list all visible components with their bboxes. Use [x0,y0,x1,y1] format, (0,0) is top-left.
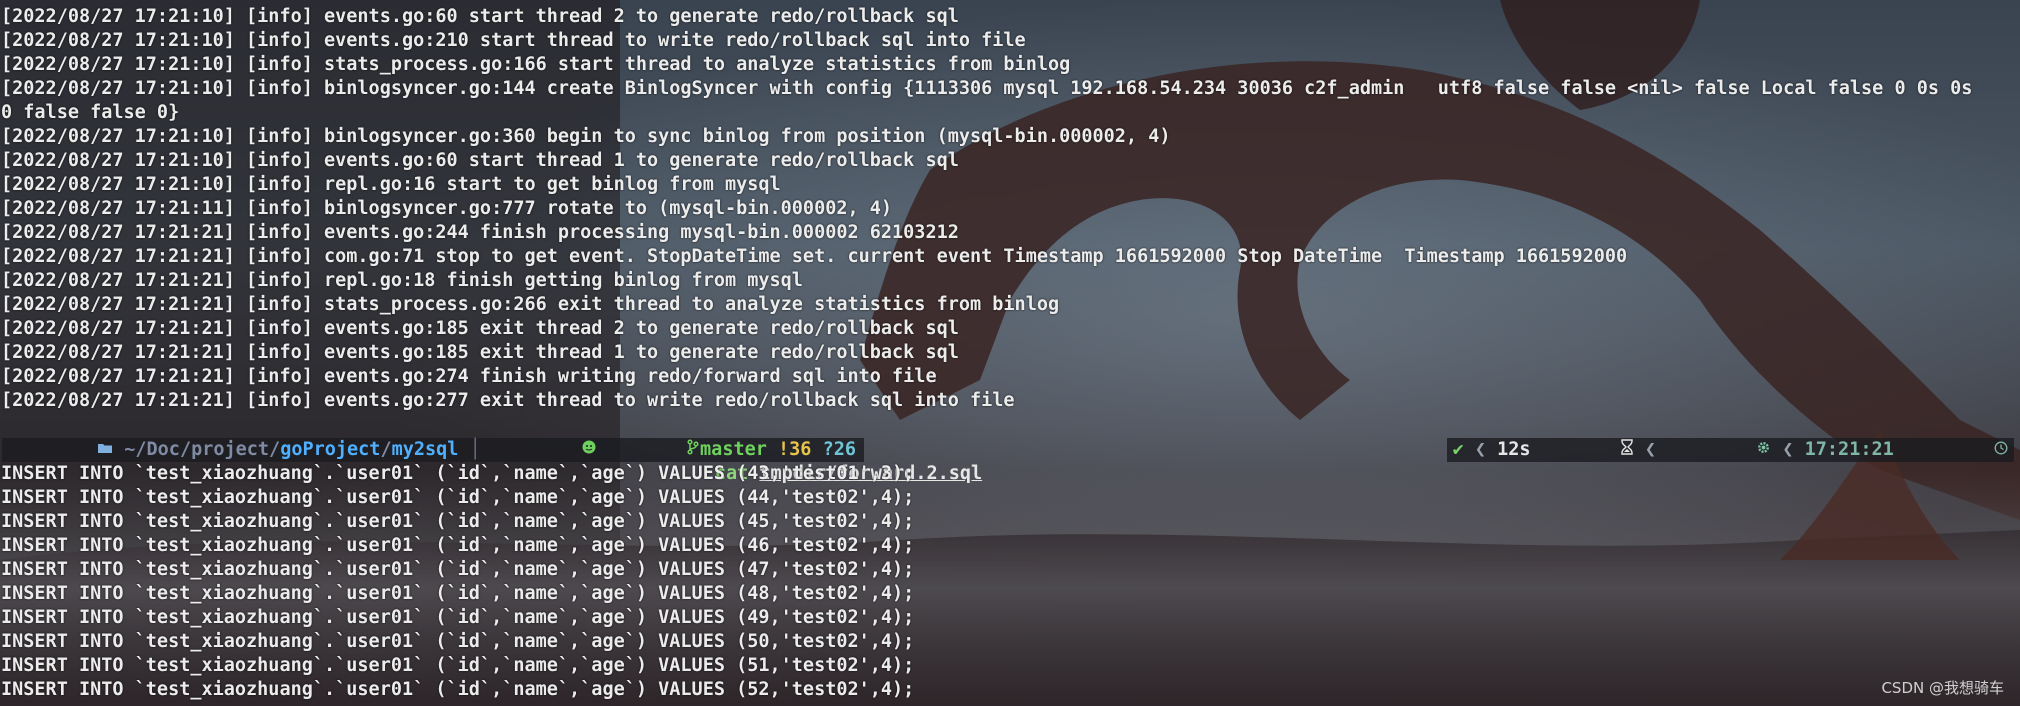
output-line: INSERT INTO `test_xiaozhuang`.`user01` (… [1,607,915,628]
output-line: INSERT INTO `test_xiaozhuang`.`user01` (… [1,559,915,580]
output-line: INSERT INTO `test_xiaozhuang`.`user01` (… [1,583,915,604]
prompt-path-current: my2sql [391,439,459,460]
log-line: [2022/08/27 17:21:21] [info] repl.go:18 … [1,270,803,291]
log-line: [2022/08/27 17:21:10] [info] events.go:2… [1,30,1026,51]
watermark: CSDN @我想骑车 [1881,679,2004,697]
log-line: [2022/08/27 17:21:10] [info] events.go:6… [1,150,959,171]
log-line: 0 false false 0} [1,102,180,123]
log-output: [2022/08/27 17:21:10] [info] events.go:6… [1,5,2017,413]
log-line: [2022/08/27 17:21:21] [info] events.go:1… [1,342,959,363]
log-line: [2022/08/27 17:21:21] [info] events.go:2… [1,390,1015,411]
terminal-window[interactable]: [2022/08/27 17:21:10] [info] events.go:6… [0,0,2020,706]
log-line: [2022/08/27 17:21:21] [info] events.go:2… [1,366,937,387]
command-duration: 12s [1497,439,1531,460]
output-line: INSERT INTO `test_xiaozhuang`.`user01` (… [1,679,915,700]
log-line: [2022/08/27 17:21:10] [info] binlogsynce… [1,78,1973,99]
output-line: INSERT INTO `test_xiaozhuang`.`user01` (… [1,511,915,532]
output-line: INSERT INTO `test_xiaozhuang`.`user01` (… [1,535,915,556]
prompt-clock-time: 17:21:21 [1804,439,1894,460]
log-line: [2022/08/27 17:21:21] [info] stats_proce… [1,294,1060,315]
log-line: [2022/08/27 17:21:21] [info] com.go:71 s… [1,246,1628,267]
prompt-path-prefix: ~/Doc/project/ [124,439,281,460]
command-output: INSERT INTO `test_xiaozhuang`.`user01` (… [1,462,2017,702]
check-icon: ✔ [1452,439,1464,460]
output-line: INSERT INTO `test_xiaozhuang`.`user01` (… [1,631,915,652]
prompt-path-mid: goProject [280,439,381,460]
log-line: [2022/08/27 17:21:10] [info] stats_proce… [1,54,1071,75]
log-line: [2022/08/27 17:21:10] [info] binlogsynce… [1,126,1171,147]
log-line: [2022/08/27 17:21:21] [info] events.go:2… [1,222,959,243]
log-line: [2022/08/27 17:21:21] [info] events.go:1… [1,318,959,339]
log-line: [2022/08/27 17:21:11] [info] binlogsynce… [1,198,893,219]
output-line: INSERT INTO `test_xiaozhuang`.`user01` (… [1,487,915,508]
log-line: [2022/08/27 17:21:10] [info] repl.go:16 … [1,174,781,195]
log-line: [2022/08/27 17:21:10] [info] events.go:6… [1,6,959,27]
output-line: INSERT INTO `test_xiaozhuang`.`user01` (… [1,655,915,676]
output-line: INSERT INTO `test_xiaozhuang`.`user01` (… [1,463,915,484]
prompt-path-sep: / [380,439,392,460]
shell-prompt: ~/Doc/project/ goProject / my2sql │ mast… [0,438,2020,484]
prompt-right-segment: ✔ ❮ 12s ❮ ❮ 17:21:21 [1446,438,2014,462]
